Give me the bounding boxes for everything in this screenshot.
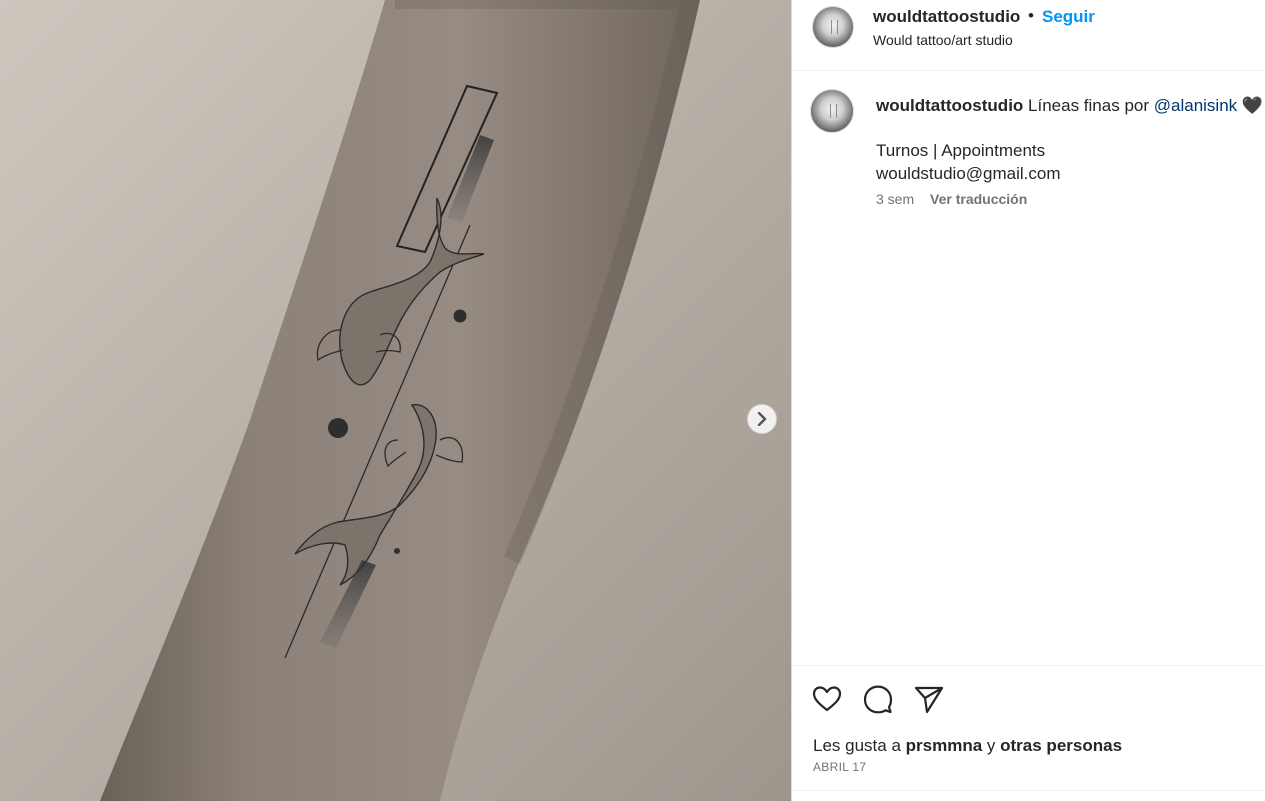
heart-emoji-icon: 🖤: [1241, 96, 1264, 115]
header-username[interactable]: wouldtattoostudio: [873, 7, 1020, 27]
likes-summary: Les gusta a prsmmna y otras personas: [813, 736, 1122, 756]
translate-link[interactable]: Ver traducción: [930, 191, 1027, 207]
caption: wouldtattoostudio Líneas finas por @alan…: [876, 94, 1265, 185]
divider: [792, 790, 1265, 791]
header-subtitle: Would tattoo/art studio: [873, 32, 1013, 48]
post-image: [0, 0, 791, 801]
caption-line-appointments: Turnos | Appointments: [876, 141, 1046, 160]
share-icon[interactable]: [913, 683, 945, 715]
post-header: wouldtattoostudio • Seguir Would tattoo/…: [792, 0, 1265, 71]
caption-time[interactable]: 3 sem: [876, 191, 914, 207]
next-image-button[interactable]: [747, 404, 777, 434]
mention-link[interactable]: @alanisink: [1154, 96, 1237, 115]
likes-prefix: Les gusta a: [813, 736, 901, 755]
follow-button[interactable]: Seguir: [1042, 7, 1095, 27]
post-details-panel: wouldtattoostudio • Seguir Would tattoo/…: [791, 0, 1265, 801]
caption-avatar[interactable]: [810, 89, 854, 133]
action-bar: Les gusta a prsmmna y otras personas ABR…: [792, 665, 1265, 801]
avatar[interactable]: [812, 6, 854, 48]
post-date[interactable]: ABRIL 17: [813, 760, 866, 774]
likes-user-link[interactable]: prsmmna: [906, 736, 983, 755]
caption-text: Líneas finas por: [1028, 96, 1150, 115]
caption-username[interactable]: wouldtattoostudio: [876, 96, 1023, 115]
likes-joiner: y: [986, 736, 996, 755]
caption-line-email: wouldstudio@gmail.com: [876, 164, 1061, 183]
likes-others-link[interactable]: otras personas: [1000, 736, 1122, 755]
tattoo-photo: [0, 0, 791, 801]
heart-icon[interactable]: [811, 683, 843, 715]
separator-dot: •: [1028, 6, 1034, 25]
caption-meta: 3 sem Ver traducción: [876, 191, 1027, 207]
comment-icon[interactable]: [862, 683, 894, 715]
chevron-right-icon: [757, 412, 767, 426]
